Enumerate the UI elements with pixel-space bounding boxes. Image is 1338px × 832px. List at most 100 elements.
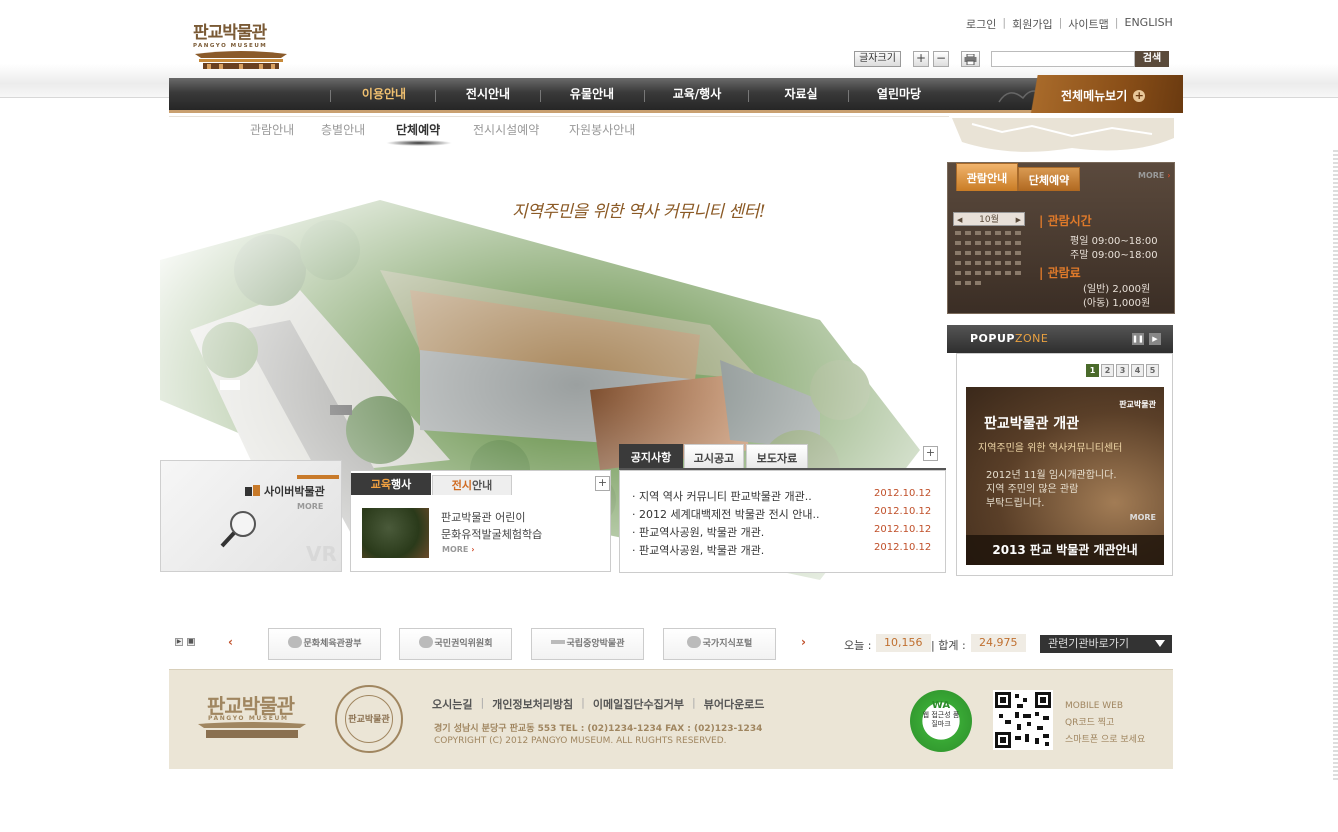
popup-page-2[interactable]: 2 [1101,364,1114,377]
banner-knowledge-portal[interactable]: 국가지식포털 [663,628,776,660]
wa-mark-text: WA 웹 접근성 품질마크 [922,700,960,729]
footer-logo-subtitle: PANGYO MUSEUM [208,715,289,722]
calendar-month-nav[interactable]: ◀ 10월 ▶ [953,212,1025,226]
edu-plus-icon[interactable]: + [595,476,610,491]
notice-plus-icon[interactable]: + [923,446,938,461]
tab-viewing-info[interactable]: 관람안내 [956,163,1018,191]
lnb-item-volunteer[interactable]: 자원봉사안내 [569,121,635,138]
search-input[interactable] [991,51,1135,67]
gnb-item-archive[interactable]: 자료실 [758,78,844,113]
cyber-more-link[interactable]: MORE [297,502,323,511]
hours-label-text: 관람시간 [1047,214,1092,228]
prev-month-icon[interactable]: ◀ [957,213,962,227]
cyber-accent-bar [297,475,339,479]
english-link[interactable]: ENGLISH [1125,16,1173,32]
popup-page-3[interactable]: 3 [1116,364,1129,377]
today-label: 오늘 : [844,639,872,652]
popup-page-1[interactable]: 1 [1086,364,1099,377]
edu-text-line: 문화유적발굴체험학습 [441,528,543,541]
popup-title-b: ZONE [1014,332,1049,345]
play-icon[interactable]: ▶ [1149,333,1161,345]
footer-link-email[interactable]: 이메일집단수집거부 [593,696,684,712]
utility-links: 로그인 | 회원가입 | 사이트맵 | ENGLISH [966,16,1173,32]
edu-thumbnail[interactable] [362,508,429,558]
zoom-out-button[interactable]: − [933,51,949,67]
gnb-item-guide[interactable]: 이용안내 [341,78,427,113]
popup-banner-image[interactable]: 판교박물관 판교박물관 개관 지역주민을 위한 역사커뮤니티센터 2012년 1… [966,387,1164,565]
related-sites-select[interactable]: 관련기관바로가기 [1040,635,1172,653]
next-month-icon[interactable]: ▶ [1016,213,1021,227]
qr-code-icon [993,690,1053,750]
banner-stop-icon[interactable]: ■ [187,638,195,646]
gnb-item-relics[interactable]: 유물안내 [549,78,635,113]
gnb-item-about[interactable]: 박물관소개 [232,0,318,35]
notice-row[interactable]: · 지역 역사 커뮤니티 판교박물관 개관.. 2012.10.12 [632,488,932,504]
seal-text: 판교박물관 [345,695,393,743]
banner-play-icon[interactable]: ▶ [175,638,183,646]
sitemap-link[interactable]: 사이트맵 [1068,16,1108,32]
lnb-item-facility[interactable]: 전시시설예약 [473,121,539,138]
lnb-item-group[interactable]: 단체예약 [396,121,440,138]
arrow-right-icon: › [1167,171,1171,180]
popup-brand: 판교박물관 [1119,400,1156,409]
print-button[interactable] [961,51,980,67]
chevron-down-icon [1155,640,1165,647]
notice-row[interactable]: · 판교역사공원, 박물관 개관. 2012.10.12 [632,542,932,558]
lnb-divider [169,116,949,117]
popup-zone-title: POPUPZONE [970,332,1048,345]
notice-title: 2012 세계대백제전 박물관 전시 안내.. [639,508,820,521]
footer-link-directions[interactable]: 오시는길 [432,696,472,712]
gnb-item-education[interactable]: 교육/행사 [654,78,740,113]
zoom-in-button[interactable]: + [913,51,929,67]
weekday-hours: 평일 09:00~18:00 [1070,236,1158,247]
banner-label: 국립중앙박물관 [566,639,625,649]
popup-page-4[interactable]: 4 [1131,364,1144,377]
notice-row[interactable]: · 판교역사공원, 박물관 개관. 2012.10.12 [632,524,932,540]
popup-text-line: 지역 주민의 많은 관람 [986,484,1079,495]
banner-national-museum[interactable]: 국립중앙박물관 [531,628,644,660]
footer-links: 오시는길 | 개인정보처리방침 | 이메일집단수집거부 | 뷰어다운로드 [432,696,764,712]
tab-group-reservation[interactable]: 단체예약 [1018,167,1080,191]
search-button[interactable]: 검색 [1135,51,1169,67]
login-link[interactable]: 로그인 [966,16,996,32]
join-link[interactable]: 회원가입 [1012,16,1052,32]
calendar-grid [955,231,1021,285]
child-fee: (아동) 1,000원 [1083,298,1151,309]
more-label: MORE [442,545,469,554]
tab-notice[interactable]: 공지사항 [619,444,683,469]
tab-announcement[interactable]: 고시공고 [684,444,744,469]
popup-bottom-caption: 2013 판교 박물관 개관안내 [966,535,1164,565]
tab-label-b: 안내 [472,479,493,492]
tab-education-events[interactable]: 교육행사 [351,473,431,495]
banner-next-icon[interactable]: › [801,635,806,649]
footer-link-privacy[interactable]: 개인정보처리방침 [492,696,573,712]
popup-page-5[interactable]: 5 [1146,364,1159,377]
notice-row[interactable]: · 2012 세계대백제전 박물관 전시 안내.. 2012.10.12 [632,506,932,522]
all-menu-button[interactable]: 전체메뉴보기 + [1027,75,1183,113]
tab-exhibition-guide[interactable]: 전시안내 [432,475,512,495]
lnb-item-floor[interactable]: 층별안내 [321,121,365,138]
gnb-item-community[interactable]: 열린마당 [856,78,942,113]
pause-icon[interactable]: ❚❚ [1132,333,1144,345]
web-accessibility-mark[interactable]: WA 웹 접근성 품질마크 [910,690,972,752]
banner-mcst[interactable]: 문화체육관광부 [268,628,381,660]
gnb-item-exhibition[interactable]: 전시안내 [445,78,531,113]
portal-icon [686,636,701,648]
lnb-item-viewing[interactable]: 관람안내 [250,121,294,138]
util-separator: | [1114,16,1119,29]
total-label: | 합계 : [931,639,966,652]
popup-more-link[interactable]: MORE [1130,513,1156,522]
banner-acrc[interactable]: 국민권익위원회 [399,628,512,660]
scrollbar-track[interactable] [1333,150,1338,780]
footer-link-viewer[interactable]: 뷰어다운로드 [704,696,765,712]
hours-more-link[interactable]: MORE › [1138,171,1170,180]
tab-press[interactable]: 보도자료 [746,444,808,469]
edu-more-link[interactable]: MORE › [442,545,474,554]
footer-copyright: COPYRIGHT (C) 2012 PANGYO MUSEUM. ALL RU… [434,736,727,746]
museum-seal: 판교박물관 [335,685,403,753]
plus-icon: + [1133,89,1146,102]
banner-prev-icon[interactable]: ‹ [228,635,233,649]
arrow-right-icon: › [471,545,475,554]
edu-text[interactable]: 판교박물관 어린이 문화유적발굴체험학습 [441,509,542,543]
wa-mark-title: WA [931,700,951,711]
